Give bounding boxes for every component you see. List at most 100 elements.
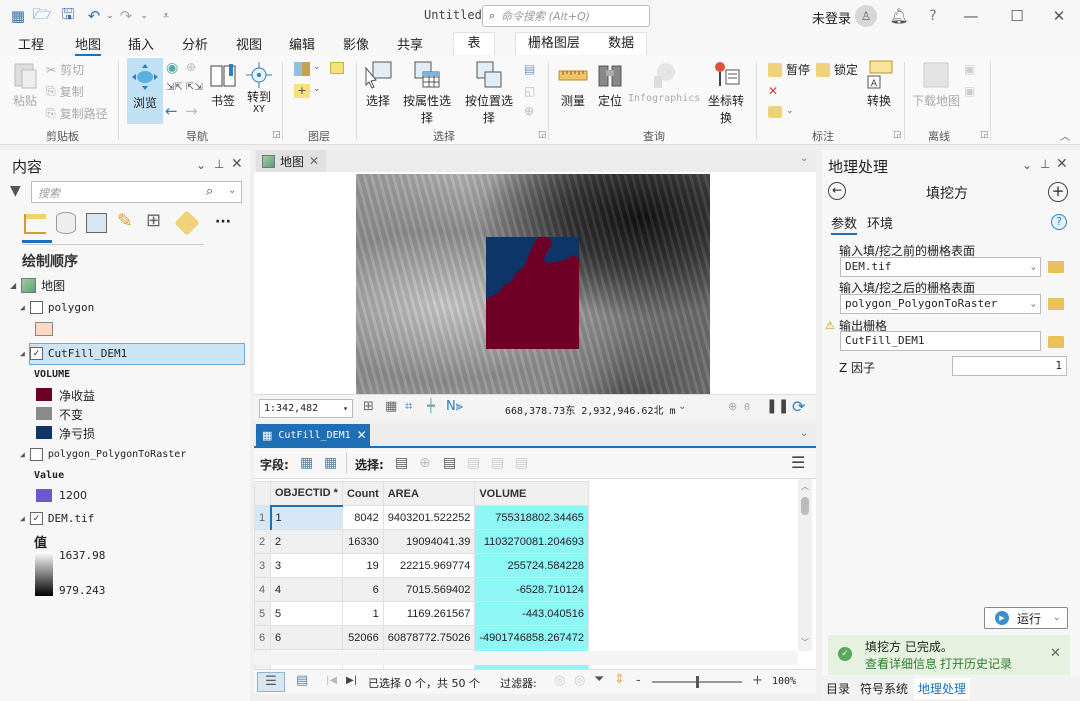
volume-cell[interactable]: 755318802.34465 bbox=[474, 505, 589, 530]
volume-cell[interactable]: 255724.584228 bbox=[474, 553, 589, 578]
table-zoom-slider[interactable] bbox=[652, 676, 742, 688]
scroll-down-icon[interactable]: ﹀ bbox=[801, 637, 809, 648]
open-project-icon[interactable]: 🗁 bbox=[32, 5, 52, 26]
objectid-cell[interactable]: 5 bbox=[270, 601, 343, 626]
run-options-chevron-icon[interactable]: ⌄ bbox=[1053, 613, 1061, 623]
attributes-icon[interactable]: ▤ bbox=[524, 62, 535, 76]
tab-list-chevron-icon[interactable]: ⌄ bbox=[800, 153, 808, 164]
coordinate-format-chevron-icon[interactable]: ⌄ bbox=[678, 401, 686, 412]
tab-environments[interactable]: 环境 bbox=[867, 213, 893, 232]
column-header-area[interactable]: AREA bbox=[382, 481, 476, 506]
goto-xy-button[interactable]: 转到 XY bbox=[244, 60, 274, 115]
selection-launcher-icon[interactable]: ◲ bbox=[538, 130, 547, 140]
locate-button[interactable]: 定位 bbox=[595, 60, 625, 109]
count-cell[interactable]: 8042 bbox=[341, 505, 384, 530]
tab-data[interactable]: 数据 bbox=[608, 36, 634, 51]
coordinate-conversion-button[interactable]: 坐标转换 bbox=[703, 60, 749, 126]
add-field-icon[interactable]: ▦ bbox=[300, 455, 313, 471]
count-cell[interactable]: 52066 bbox=[341, 625, 384, 650]
list-by-selection-icon[interactable] bbox=[86, 213, 107, 233]
map-view-tab[interactable]: 地图 ✕ bbox=[256, 150, 326, 172]
fixed-scale-icon[interactable]: ⊞ bbox=[363, 399, 374, 414]
table-row[interactable]: 6 6 52066 60878772.75026 -4901746858.267472 bbox=[254, 625, 589, 650]
infographics-button[interactable]: Infographics bbox=[628, 60, 700, 106]
before-raster-dropdown[interactable]: DEM.tif ⌄ bbox=[840, 257, 1041, 277]
signin-status[interactable]: 未登录 bbox=[812, 8, 851, 27]
objectid-cell[interactable]: 3 bbox=[270, 553, 343, 578]
full-extent-icon[interactable]: ◉ bbox=[166, 60, 178, 76]
pause-drawing-icon[interactable]: ❚❚ bbox=[766, 398, 789, 414]
notification-bell-icon[interactable]: 🔔︎ bbox=[886, 4, 912, 28]
tab-parameters[interactable]: 参数 bbox=[831, 213, 858, 235]
selected-features-icon[interactable]: ⊕ bbox=[728, 400, 737, 413]
select-by-attributes-button[interactable]: 按属性选择 bbox=[399, 60, 455, 126]
collapse-ribbon-icon[interactable]: ︿ bbox=[1060, 128, 1070, 143]
column-header-count[interactable]: Count bbox=[341, 481, 384, 506]
more-views-icon[interactable]: ··· bbox=[215, 214, 231, 230]
sync-icon[interactable]: ▣ bbox=[964, 62, 975, 76]
row-number-cell[interactable]: 6 bbox=[254, 625, 271, 650]
lock-labeling-button[interactable]: 锁定 bbox=[816, 61, 858, 78]
expand-triangle-icon[interactable]: ◢ bbox=[20, 514, 25, 523]
close-window-button[interactable]: ✕ bbox=[1046, 4, 1072, 28]
browse-folder-icon[interactable] bbox=[1048, 298, 1064, 310]
area-cell[interactable]: 9403201.522252 bbox=[382, 505, 476, 530]
redo-icon[interactable]: ↷ bbox=[116, 6, 136, 26]
select-button[interactable]: 选择 bbox=[363, 60, 393, 109]
pane-options-icon[interactable]: ⌄ bbox=[196, 158, 206, 172]
add-preset-icon[interactable] bbox=[330, 62, 344, 74]
scrollbar-thumb[interactable] bbox=[801, 497, 809, 515]
clear-selection-icon[interactable]: ▤ bbox=[467, 455, 480, 471]
layer-item-polygon[interactable]: ◢ polygon bbox=[20, 301, 94, 314]
list-by-editing-icon[interactable]: ✎ bbox=[117, 210, 133, 232]
show-all-records-button[interactable]: ☰ bbox=[257, 672, 285, 692]
maximize-button[interactable]: ☐ bbox=[1004, 4, 1030, 28]
row-number-cell[interactable]: 4 bbox=[254, 577, 271, 602]
table-menu-icon[interactable]: ☰ bbox=[791, 453, 805, 472]
layer-visibility-checkbox[interactable]: ✓ bbox=[29, 347, 43, 360]
minimize-button[interactable]: — bbox=[958, 4, 984, 28]
close-tab-icon[interactable]: ✕ bbox=[309, 154, 319, 168]
expand-triangle-icon[interactable]: ◢ bbox=[20, 349, 25, 358]
tab-list-chevron-icon[interactable]: ⌄ bbox=[800, 428, 808, 439]
redo-dropdown-icon[interactable]: ⌄ bbox=[134, 6, 154, 26]
layer-visibility-checkbox[interactable] bbox=[29, 448, 43, 461]
filter-icon[interactable]: ▼ bbox=[10, 183, 21, 199]
volume-cell[interactable]: -4901746858.267472 bbox=[474, 625, 589, 650]
table-row[interactable]: 1 1 8042 9403201.522252 755318802.34465 bbox=[254, 505, 589, 530]
count-cell[interactable]: 6 bbox=[341, 577, 384, 602]
contents-search-input[interactable]: 搜索 ⌕ ⌄ bbox=[31, 181, 242, 203]
close-tab-icon[interactable]: ✕ bbox=[357, 428, 367, 442]
labeling-launcher-icon[interactable]: ◲ bbox=[893, 130, 902, 140]
calculate-field-icon[interactable]: ▦ bbox=[324, 455, 337, 471]
table-zoom-slider-thumb[interactable] bbox=[696, 676, 699, 688]
paste-button[interactable]: 粘贴 bbox=[10, 60, 40, 109]
add-data-icon[interactable]: + bbox=[294, 84, 310, 98]
objectid-cell[interactable]: 2 bbox=[270, 529, 343, 554]
count-cell[interactable]: 19 bbox=[341, 553, 384, 578]
table-row[interactable]: 5 5 1 1169.261567 -443.040516 bbox=[254, 601, 589, 626]
zoom-to-selection-icon[interactable]: ⊕ bbox=[186, 60, 196, 74]
tab-project[interactable]: 工程 bbox=[18, 34, 44, 53]
view-details-link[interactable]: 查看详细信息 bbox=[865, 655, 937, 672]
tab-analysis[interactable]: 分析 bbox=[182, 34, 208, 53]
tab-catalog[interactable]: 目录 bbox=[826, 680, 850, 697]
new-project-icon[interactable]: ▦ bbox=[8, 6, 28, 26]
fixed-zoom-out-icon[interactable]: ⇱⇲ bbox=[186, 82, 203, 93]
help-icon[interactable]: ? bbox=[1051, 214, 1067, 230]
snapping-icon[interactable]: ⌗ bbox=[405, 399, 412, 414]
layer-item-cutfill-dem1[interactable]: ◢ ✓ CutFill_DEM1 bbox=[20, 347, 127, 360]
area-cell[interactable]: 1169.261567 bbox=[382, 601, 476, 626]
pane-options-icon[interactable]: ⌄ bbox=[1022, 158, 1032, 172]
count-cell[interactable]: 1 bbox=[341, 601, 384, 626]
volume-cell[interactable]: 1103270081.204693 bbox=[474, 529, 589, 554]
add-data-dropdown-icon[interactable]: ⌄ bbox=[313, 84, 321, 94]
north-arrow-icon[interactable]: N⫸ bbox=[446, 399, 463, 414]
tab-symbology[interactable]: 符号系统 bbox=[860, 680, 908, 697]
area-cell[interactable]: 19094041.39 bbox=[382, 529, 476, 554]
tab-geoprocessing[interactable]: 地理处理 bbox=[914, 678, 971, 699]
layer-item-polygon-to-raster[interactable]: ◢ polygon_PolygonToRaster bbox=[20, 448, 186, 461]
count-cell[interactable]: 16330 bbox=[341, 529, 384, 554]
measure-grid-icon[interactable]: ┿ bbox=[427, 399, 435, 414]
expand-triangle-icon[interactable]: ◢ bbox=[10, 281, 16, 290]
